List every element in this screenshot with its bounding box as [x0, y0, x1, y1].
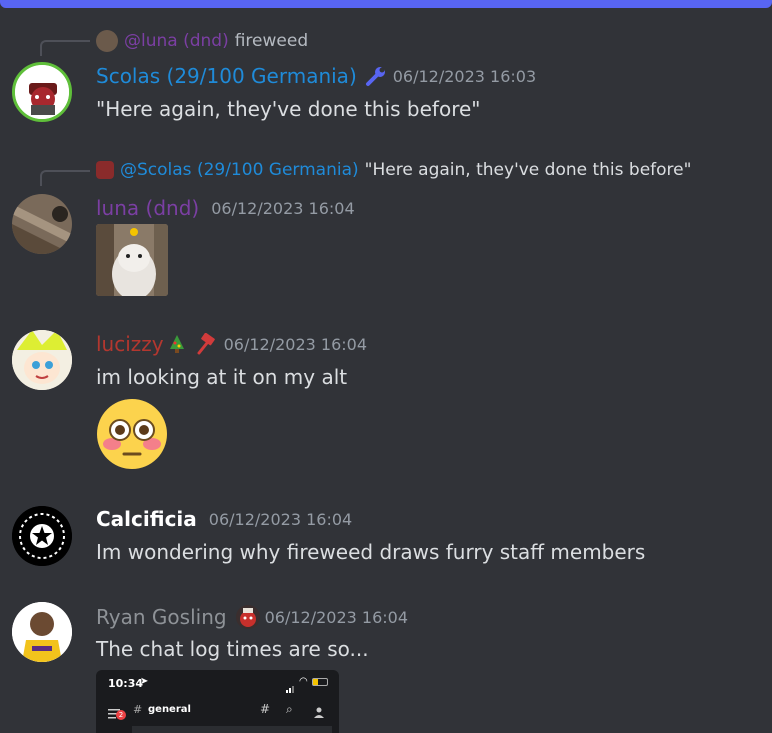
timestamp: 06/12/2023 16:04 — [211, 198, 355, 218]
top-accent-bar — [0, 0, 772, 8]
message-text: The chat log times are so... — [96, 637, 369, 661]
message-text: im looking at it on my alt — [96, 365, 348, 389]
avatar-image — [12, 194, 72, 254]
wifi-icon: ◠ — [299, 676, 308, 687]
author-name[interactable]: Calcificia — [96, 507, 197, 531]
hammer-icon — [196, 332, 218, 355]
wrench-icon — [365, 65, 387, 87]
avatar-image — [12, 506, 72, 566]
avatar-image — [12, 602, 72, 662]
avatar[interactable] — [12, 602, 72, 662]
avatar[interactable] — [12, 506, 72, 566]
avatar[interactable] — [12, 62, 72, 122]
reply-mention[interactable]: @luna (dnd) — [124, 31, 229, 51]
author-name[interactable]: Scolas (29/100 Germania) — [96, 64, 357, 88]
message-scolas[interactable]: @luna (dnd) fireweed Scolas (29/100 Germ… — [0, 28, 772, 128]
message-calcificia[interactable]: Calcificia 06/12/2023 16:04 Im wondering… — [0, 505, 772, 575]
message-text: "Here again, they've done this before" — [96, 97, 481, 121]
christmas-tree-icon — [166, 333, 188, 355]
signal-icon — [286, 678, 296, 693]
reply-avatar — [96, 161, 114, 179]
message-header: Calcificia 06/12/2023 16:04 — [96, 507, 352, 531]
reply-connector — [40, 40, 90, 56]
reply-avatar — [96, 30, 118, 52]
reply-text: "Here again, they've done this before" — [364, 160, 692, 180]
channel-name[interactable]: general — [148, 704, 191, 715]
screenshot-attachment[interactable]: 10:34 ➤ ◠ 2 # general # ⌕ — [96, 670, 339, 733]
timestamp: 06/12/2023 16:04 — [223, 334, 368, 354]
timestamp: 06/12/2023 16:04 — [208, 509, 353, 529]
message-luna[interactable]: @Scolas (29/100 Germania) "Here again, t… — [0, 158, 772, 298]
message-header: Scolas (29/100 Germania) 06/12/2023 16:0… — [96, 64, 536, 88]
message-text: Im wondering why fireweed draws furry st… — [96, 540, 646, 564]
author-name[interactable]: Ryan Gosling — [96, 605, 227, 629]
robot-icon — [235, 604, 261, 630]
avatar-image — [15, 65, 69, 119]
flushed-emoji-icon[interactable] — [96, 398, 168, 470]
location-arrow-icon: ➤ — [140, 676, 149, 687]
notification-badge: 2 — [116, 710, 126, 720]
message-header: Ryan Gosling 06/12/2023 16:04 — [96, 604, 408, 630]
phone-time: 10:34 — [108, 677, 144, 690]
timestamp: 06/12/2023 16:03 — [392, 66, 537, 86]
threads-icon[interactable]: # — [260, 702, 270, 716]
timestamp: 06/12/2023 16:04 — [264, 607, 408, 627]
message-header: luna (dnd) 06/12/2023 16:04 — [96, 196, 355, 220]
author-name[interactable]: luna (dnd) — [96, 196, 199, 220]
avatar-image — [12, 330, 72, 390]
members-icon[interactable] — [314, 703, 326, 718]
reply-preview[interactable]: @Scolas (29/100 Germania) "Here again, t… — [96, 160, 691, 180]
author-name[interactable]: lucizzy — [96, 332, 164, 356]
message-header: lucizzy 06/12/2023 16:04 — [96, 332, 367, 356]
reply-text: fireweed — [234, 31, 309, 51]
avatar[interactable] — [12, 330, 72, 390]
channel-hash-icon: # — [133, 703, 143, 716]
search-icon[interactable]: ⌕ — [286, 702, 293, 717]
reply-mention[interactable]: @Scolas (29/100 Germania) — [120, 160, 359, 180]
image-attachment[interactable] — [96, 224, 168, 296]
reply-connector — [40, 170, 90, 186]
avatar[interactable] — [12, 194, 72, 254]
reply-preview[interactable]: @luna (dnd) fireweed — [96, 30, 308, 52]
message-lucizzy[interactable]: lucizzy 06/12/2023 16:04 im looking at i… — [0, 330, 772, 470]
battery-icon — [312, 678, 328, 686]
message-ryan[interactable]: Ryan Gosling 06/12/2023 16:04 The chat l… — [0, 602, 772, 733]
cat-image — [96, 224, 168, 296]
chat-preview-area — [132, 726, 332, 733]
